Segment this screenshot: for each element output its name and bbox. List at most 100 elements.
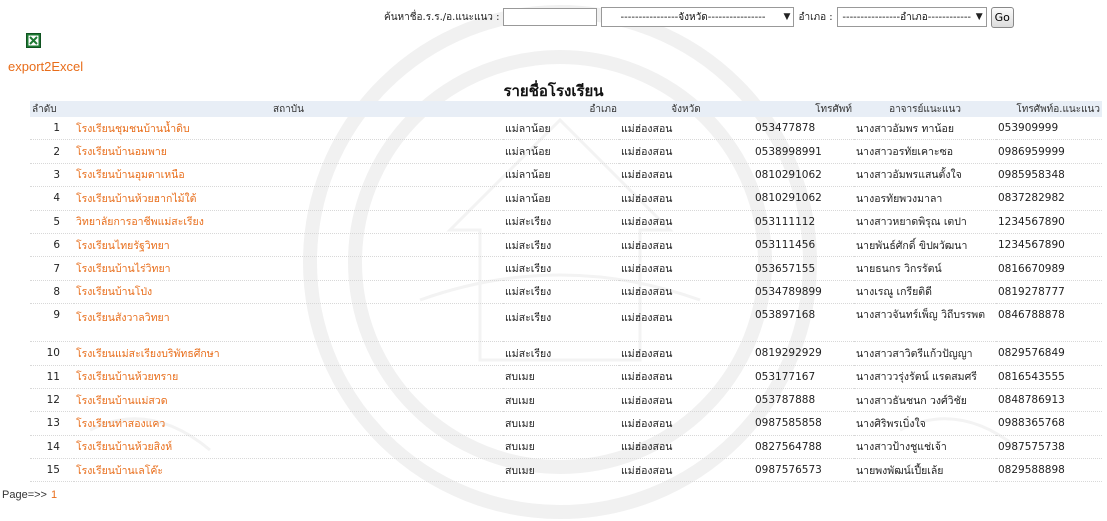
cell-counselor: นางอรทัยพวงมาลา (854, 186, 996, 211)
cell-institution-link[interactable]: โรงเรียนบ้านไร่วิทยา (74, 256, 503, 281)
export-to-excel-link[interactable]: export2Excel (8, 59, 83, 74)
table-row: 10 โรงเรียนแม่สะเรียงบริพัทธศึกษา แม่สะเรี… (30, 341, 1102, 366)
cell-district: แม่สะเรียง (503, 303, 619, 343)
cell-counselor: นางสาวธันชนก วงศ์วิชัย (854, 388, 996, 413)
col-header-institution: สถาบัน (74, 101, 503, 117)
cell-institution-link[interactable]: โรงเรียนชุมชนบ้านน้ำดิบ (74, 117, 503, 141)
cell-no: 10 (30, 341, 74, 366)
cell-counselor: นางสาววรุ่งรัตน์ แรดสมศรี (854, 365, 996, 389)
cell-phone: 0827564788 (753, 435, 854, 460)
cell-province: แม่ฮ่องสอน (619, 163, 753, 188)
go-button[interactable]: Go (990, 6, 1014, 28)
table-row: 15 โรงเรียนบ้านเลโค๊ะ สบเมย แม่ฮ่องสอน 09875… (30, 458, 1102, 483)
district-select[interactable]: ----------------อำเภอ------------ ▼ (836, 7, 987, 27)
table-row: 11 โรงเรียนบ้านห้วยทราย สบเมย แม่ฮ่องสอน 053… (30, 365, 1102, 389)
search-input[interactable] (503, 8, 598, 26)
cell-province: แม่ฮ่องสอน (619, 365, 753, 389)
cell-counselor-phone: 0829588898 (996, 458, 1102, 483)
cell-institution-link[interactable]: โรงเรียนบ้านห้วยสิงห์ (74, 435, 503, 460)
col-header-province: จังหวัด (619, 101, 753, 117)
cell-counselor: นายพันธ์ศักดิ์ ขิปผวัฒนา (854, 233, 996, 258)
cell-counselor-phone: 0846788878 (996, 303, 1102, 343)
cell-institution-link[interactable]: วิทยาลัยการอาชีพแม่สะเรียง (74, 210, 503, 234)
cell-province: แม่ฮ่องสอน (619, 435, 753, 460)
cell-phone: 053111456 (753, 233, 854, 258)
cell-province: แม่ฮ่องสอน (619, 210, 753, 234)
cell-counselor-phone: 0988365768 (996, 411, 1102, 436)
cell-district: สบเมย (503, 388, 619, 413)
cell-province: แม่ฮ่องสอน (619, 303, 753, 343)
cell-phone: 0534789899 (753, 280, 854, 305)
cell-phone: 053111112 (753, 210, 854, 234)
cell-phone: 0819292929 (753, 341, 854, 366)
cell-phone: 0538998991 (753, 139, 854, 164)
cell-counselor-phone: 0985958348 (996, 163, 1102, 188)
cell-district: แม่ลาน้อย (503, 186, 619, 211)
cell-phone: 053787888 (753, 388, 854, 413)
table-row: 13 โรงเรียนท่าสองแคว สบเมย แม่ฮ่องสอน 098758… (30, 411, 1102, 436)
cell-province: แม่ฮ่องสอน (619, 186, 753, 211)
cell-province: แม่ฮ่องสอน (619, 280, 753, 305)
cell-no: 5 (30, 210, 74, 234)
search-bar: ค้นหาชื่อ.ร.ร./อ.แนะแนว : --------------… (384, 5, 1014, 29)
chevron-down-icon: ▼ (783, 12, 791, 22)
cell-institution-link[interactable]: โรงเรียนบ้านโป่ง (74, 280, 503, 305)
cell-institution-link[interactable]: โรงเรียนสังวาลวิทยา (74, 303, 503, 343)
cell-institution-link[interactable]: โรงเรียนบ้านห้วยฮากไม้ใต้ (74, 186, 503, 211)
table-row: 6 โรงเรียนไทยรัฐวิทยา แม่สะเรียง แม่ฮ่องสอน… (30, 233, 1102, 258)
cell-institution-link[interactable]: โรงเรียนบ้านแม่สวด (74, 388, 503, 413)
cell-province: แม่ฮ่องสอน (619, 341, 753, 366)
district-label: อำเภอ : (798, 11, 833, 23)
cell-institution-link[interactable]: โรงเรียนบ้านเลโค๊ะ (74, 458, 503, 483)
cell-no: 1 (30, 117, 74, 141)
cell-counselor-phone: 1234567890 (996, 233, 1102, 258)
cell-counselor-phone: 0987575738 (996, 435, 1102, 460)
cell-institution-link[interactable]: โรงเรียนไทยรัฐวิทยา (74, 233, 503, 258)
province-select[interactable]: ----------------จังหวัด---------------- … (601, 7, 795, 27)
table-row: 5 วิทยาลัยการอาชีพแม่สะเรียง แม่สะเรียง แม่… (30, 210, 1102, 234)
cell-phone: 0810291062 (753, 163, 854, 188)
cell-no: 6 (30, 233, 74, 258)
cell-district: แม่ลาน้อย (503, 163, 619, 188)
cell-province: แม่ฮ่องสอน (619, 117, 753, 141)
cell-counselor: นางเรณู เกรียติดี (854, 280, 996, 305)
cell-district: แม่สะเรียง (503, 341, 619, 366)
cell-phone: 053897168 (753, 303, 854, 343)
cell-counselor-phone: 0837282982 (996, 186, 1102, 211)
cell-district: แม่ลาน้อย (503, 139, 619, 164)
cell-institution-link[interactable]: โรงเรียนท่าสองแคว (74, 411, 503, 436)
district-select-value: ----------------อำเภอ------------ (842, 11, 972, 23)
cell-institution-link[interactable]: โรงเรียนบ้านอุมดาเหนือ (74, 163, 503, 188)
cell-counselor-phone: 0816543555 (996, 365, 1102, 389)
cell-counselor-phone: 0816670989 (996, 256, 1102, 281)
cell-province: แม่ฮ่องสอน (619, 388, 753, 413)
search-name-label: ค้นหาชื่อ.ร.ร./อ.แนะแนว : (384, 11, 500, 23)
chevron-down-icon: ▼ (975, 12, 983, 22)
cell-no: 13 (30, 411, 74, 436)
cell-counselor: นางศิริพรเบิ่งใจ (854, 411, 996, 436)
cell-counselor-phone: 0829576849 (996, 341, 1102, 366)
cell-province: แม่ฮ่องสอน (619, 256, 753, 281)
cell-institution-link[interactable]: โรงเรียนแม่สะเรียงบริพัทธศึกษา (74, 341, 503, 366)
cell-district: แม่สะเรียง (503, 280, 619, 305)
page-link-1[interactable]: 1 (51, 489, 57, 501)
cell-institution-link[interactable]: โรงเรียนบ้านห้วยทราย (74, 365, 503, 389)
cell-counselor: นางสาวจันทร์เพ็ญ วิถีบรรพต (854, 303, 996, 343)
cell-institution-link[interactable]: โรงเรียนบ้านอมพาย (74, 139, 503, 164)
province-select-value: ----------------จังหวัด---------------- (620, 11, 766, 23)
table-row: 7 โรงเรียนบ้านไร่วิทยา แม่สะเรียง แม่ฮ่องสอ… (30, 256, 1102, 281)
cell-no: 11 (30, 365, 74, 389)
col-header-counselor: อาจารย์แนะแนว (854, 101, 996, 117)
cell-counselor: นางสาวสาวิตรีแก้วปัญญา (854, 341, 996, 366)
table-row: 4 โรงเรียนบ้านห้วยฮากไม้ใต้ แม่ลาน้อย แม่ฮ่… (30, 186, 1102, 211)
cell-phone: 053657155 (753, 256, 854, 281)
cell-district: สบเมย (503, 411, 619, 436)
col-header-district: อำเภอ (503, 101, 619, 117)
cell-counselor: นายพงพัฒน์เปี้ยเล้ย (854, 458, 996, 483)
cell-province: แม่ฮ่องสอน (619, 411, 753, 436)
col-header-counselor-phone: โทรศัพท์อ.แนะแนว (996, 101, 1102, 117)
excel-icon[interactable] (26, 33, 41, 48)
table-row: 9 โรงเรียนสังวาลวิทยา แม่สะเรียง แม่ฮ่องสอน… (30, 303, 1102, 343)
cell-phone: 0810291062 (753, 186, 854, 211)
cell-phone: 053477878 (753, 117, 854, 141)
